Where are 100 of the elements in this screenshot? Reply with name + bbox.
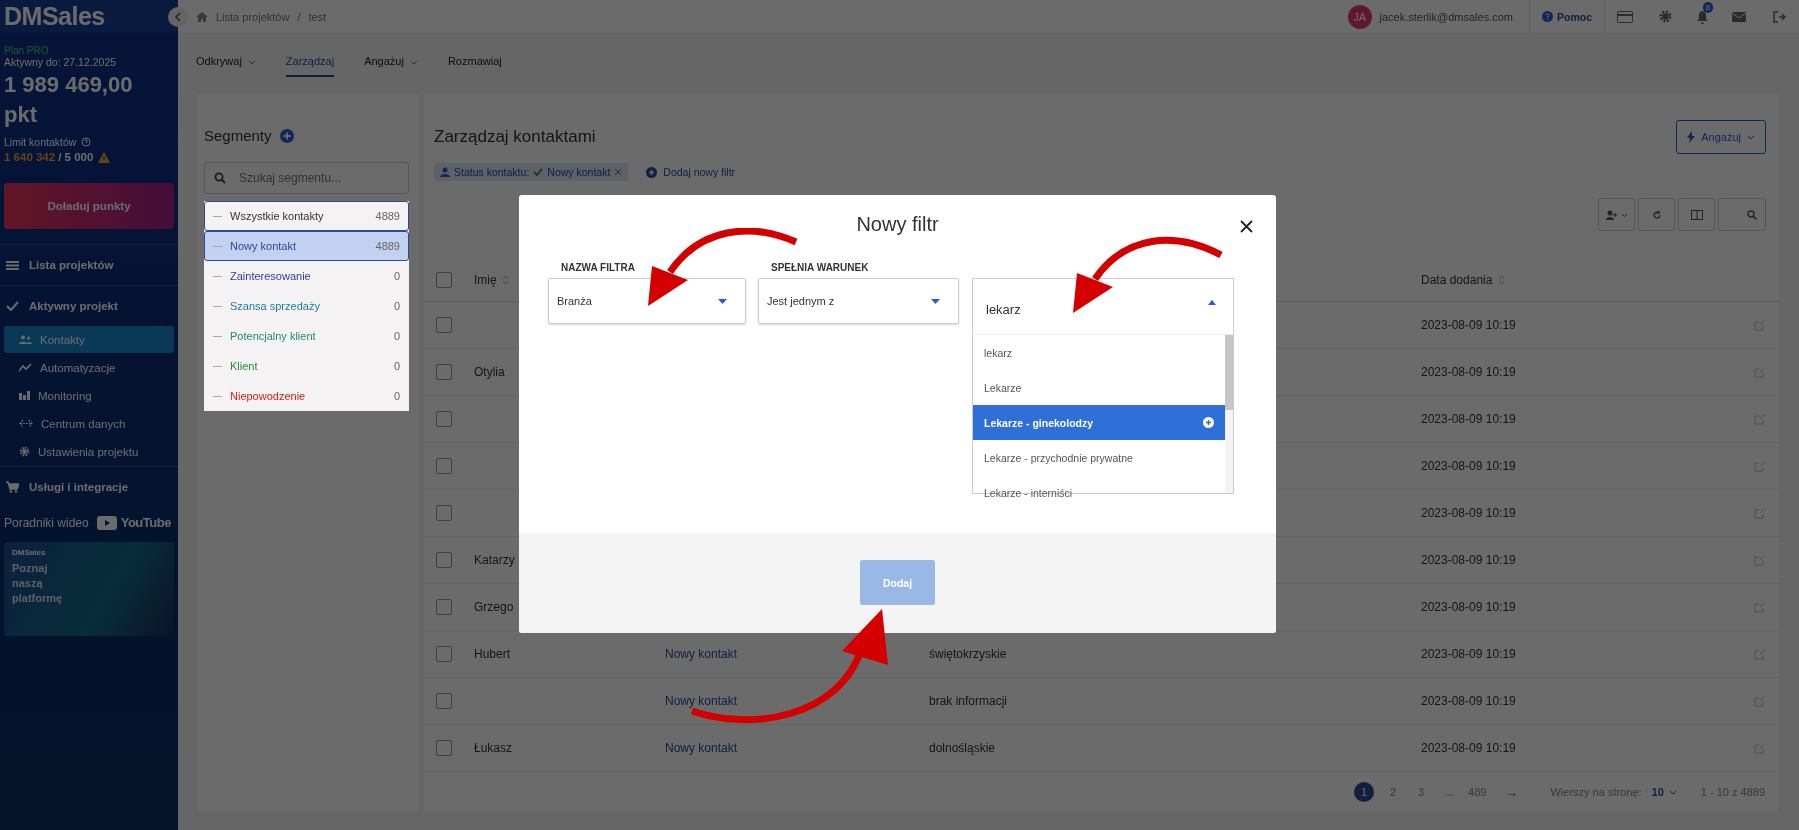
filter-chip[interactable]: Status kontaktu: Nowy kontakt [434,163,629,181]
edit-icon[interactable] [1754,648,1765,660]
collapse-button[interactable] [168,6,188,27]
engage-button[interactable]: Angażuj [1676,120,1766,154]
page-button[interactable]: 1 [1354,782,1375,802]
scrollbar-thumb[interactable] [1225,335,1233,410]
contact-limit-label: Limit kontaktów [4,136,77,148]
row-checkbox[interactable] [436,552,452,568]
row-checkbox[interactable] [436,599,452,615]
row-checkbox[interactable] [436,740,452,756]
sidebar-subitem[interactable]: Kontakty [4,326,174,353]
row-checkbox[interactable] [436,317,452,333]
nav-tab[interactable]: Rozmawiaj [447,47,502,77]
edit-icon[interactable] [1754,742,1765,754]
option-item[interactable]: Lekarze [973,370,1225,405]
sidebar-subitem[interactable]: Ustawienia projektu [4,438,174,465]
segment-item[interactable]: Niepowodzenie 0 [204,381,409,411]
tree-line-icon [213,215,222,217]
segment-item[interactable]: Szansa sprzedaży 0 [204,291,409,321]
mail-icon[interactable] [1732,11,1746,22]
video-tutorials-label: Poradniki wideo [4,515,89,530]
column-header[interactable]: Data dodania [1421,273,1493,287]
promo-banner[interactable]: DMSales Poznaj naszą platformę [4,542,174,636]
edit-icon[interactable] [1754,366,1765,378]
status-link[interactable]: Nowy kontakt [665,647,738,661]
segment-search-field[interactable]: Szukaj segmentu... [204,162,409,194]
segment-item[interactable]: Zainteresowanie 0 [204,261,409,291]
top-up-button[interactable]: Doładuj punkty [4,183,174,229]
edit-icon[interactable] [1754,601,1765,613]
option-item[interactable]: Lekarze - interniści [973,475,1225,510]
rows-per-page-select[interactable]: 10 [1651,786,1677,798]
row-checkbox[interactable] [436,646,452,662]
sidebar-subitem[interactable]: Centrum danych [4,410,174,437]
edit-icon[interactable] [1754,554,1765,566]
logout-icon[interactable] [1772,10,1786,23]
segment-item[interactable]: Klient 0 [204,351,409,381]
help-icon [1542,11,1553,22]
row-checkbox[interactable] [436,364,452,380]
user-avatar[interactable]: JA [1347,4,1372,29]
segment-item[interactable]: Nowy kontakt 4889 [204,231,409,261]
table-cell: 2023-08-09 10:19 [1421,318,1516,332]
refresh-button[interactable] [1638,198,1675,231]
chevron-down-icon [1668,789,1677,795]
list-icon [6,260,19,270]
value-search-field[interactable]: lekarz [972,278,1234,334]
select-field[interactable]: Branża [548,278,746,324]
add-contact-button[interactable] [1598,198,1635,231]
sidebar-item[interactable]: Usługi i integracje [0,467,178,507]
sidebar-item[interactable]: Aktywny projekt [0,286,178,326]
option-item[interactable]: lekarz [973,335,1225,370]
close-icon[interactable] [614,168,623,176]
column-header[interactable]: Imię [474,273,497,287]
edit-icon[interactable] [1754,507,1765,519]
play-icon[interactable] [96,515,117,530]
edit-icon[interactable] [1754,460,1765,472]
settings-icon[interactable] [1658,10,1672,23]
nav-tab[interactable]: Odkrywaj [196,47,242,77]
bell-icon[interactable] [1695,9,1709,24]
sidebar-subitem[interactable]: Automatyzacje [4,354,174,381]
page-button[interactable]: ... [1440,782,1459,802]
chevron-down-icon[interactable] [409,59,418,65]
select-all-checkbox[interactable] [436,272,452,288]
row-checkbox[interactable] [436,458,452,474]
edit-icon[interactable] [1754,695,1765,707]
option-item[interactable]: Lekarze - przychodnie prywatne [973,440,1225,475]
next-page-button[interactable]: → [1502,782,1521,802]
row-checkbox[interactable] [436,505,452,521]
sidebar-subitem[interactable]: Monitoring [4,382,174,409]
nav-tab[interactable]: Zarządzaj [285,47,335,77]
row-checkbox[interactable] [436,411,452,427]
sort-icon[interactable] [501,275,509,285]
columns-button[interactable] [1678,198,1715,231]
breadcrumb-item[interactable]: test [308,10,327,23]
home-icon[interactable] [196,11,208,22]
segment-item[interactable]: Potencjalny klient 0 [204,321,409,351]
sidebar-item[interactable]: Lista projektów [0,245,178,285]
add-filter-link[interactable]: Dodaj nowy filtr [646,166,736,178]
status-link[interactable]: Nowy kontakt [665,741,738,755]
chevron-down-icon[interactable] [247,59,256,65]
status-link[interactable]: Nowy kontakt [665,694,738,708]
nav-tab[interactable]: Angażuj [364,47,404,77]
option-item[interactable]: Lekarze - ginekolodzy [973,405,1225,440]
segment-item[interactable]: Wszystkie kontakty 4889 [204,201,409,231]
tree-line-icon [213,245,222,247]
select-field[interactable]: Jest jednym z [758,278,959,324]
edit-icon[interactable] [1754,413,1765,425]
youtube-logo[interactable]: YouTube [120,515,171,530]
breadcrumb-separator: / [297,10,301,23]
add-segment-icon[interactable] [279,128,294,143]
segments-title: Segmenty [204,127,272,144]
chevron-down-icon [1747,134,1755,140]
edit-icon[interactable] [1754,319,1765,331]
card-icon[interactable] [1617,10,1633,23]
help-button[interactable]: Pomoc [1529,0,1605,33]
caret-up-icon[interactable] [1208,300,1216,305]
search-button[interactable] [1718,198,1766,231]
sort-icon[interactable] [1498,275,1506,285]
row-checkbox[interactable] [436,693,452,709]
breadcrumb-item[interactable]: Lista projektów [216,10,290,23]
search-icon [1747,209,1757,220]
